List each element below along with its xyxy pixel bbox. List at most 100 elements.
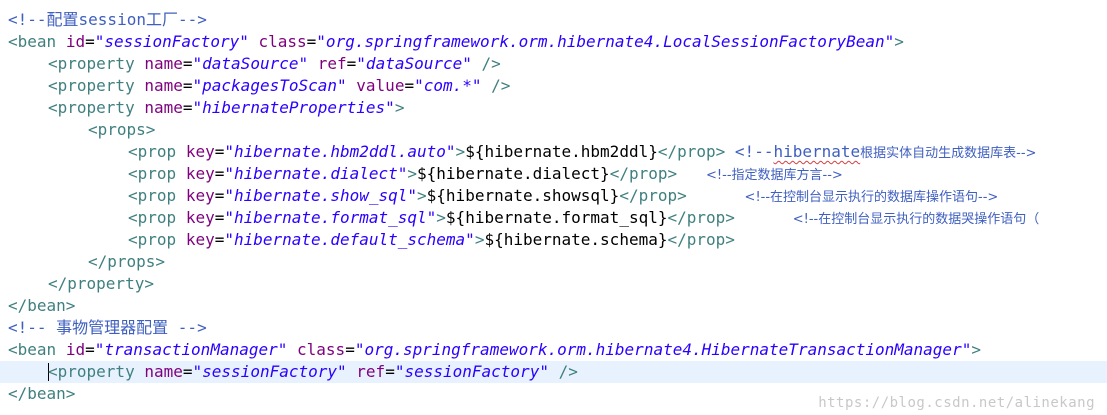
attr-name: ref [317,54,347,73]
attr-name: id [65,32,86,51]
tag-open: <property [48,54,135,73]
attr-value: "sessionFactory" [192,362,347,381]
code-line-6[interactable]: <props> [8,119,155,141]
comment: <!--在控制台显示执行的数据库操作语句--> [744,190,999,205]
comment: <!--指定数据库方言--> [706,168,843,183]
spellcheck-word: hibernate [773,142,861,161]
equals: = [182,98,193,117]
attr-value: "sessionFactory" [394,362,549,381]
tag-end: </prop> [667,208,735,227]
tag-end: </prop> [667,230,735,249]
attr-name: name [144,98,183,117]
code-line-13[interactable]: </property> [8,273,154,295]
tag-open: <property [48,362,135,381]
tag-close: /> [558,362,578,381]
code-line-17[interactable]: <property name="sessionFactory" ref="ses… [8,361,578,383]
tag-end: </prop> [609,164,678,183]
text-content: ${hibernate.schema} [484,230,668,249]
tag-end: </prop> [619,186,687,205]
code-line-9[interactable]: <prop key="hibernate.show_sql">${hiberna… [8,185,998,207]
equals: = [182,54,193,73]
tag-close: > [407,164,418,183]
tag-close: > [474,230,485,249]
equals: = [346,54,357,73]
equals: = [85,32,95,51]
comment-open: <!-- [734,142,774,161]
code-line-7[interactable]: <prop key="hibernate.hbm2ddl.auto">${hib… [8,141,1036,163]
equals: = [385,362,395,381]
tag-close: > [417,186,427,205]
attr-value: "dataSource" [356,54,472,73]
attr-value: "org.springframework.orm.hibernate4.Hibe… [354,340,972,359]
comment-rest: 根据实体自动生成数据库表--> [860,146,1037,161]
equals: = [214,142,225,161]
attr-name: name [144,362,183,381]
attr-name: ref [356,362,386,381]
code-line-10[interactable]: <prop key="hibernate.format_sql">${hiber… [8,207,1039,229]
equals: = [214,164,225,183]
attr-value: "org.springframework.orm.hibernate4.Loca… [316,32,895,51]
tag-property-close: </property> [48,274,154,293]
tag-close: > [436,208,446,227]
equals: = [214,186,225,205]
code-line-5[interactable]: <property name="hibernateProperties"> [8,97,404,119]
attr-name: name [144,76,183,95]
equals: = [182,362,193,381]
code-line-1[interactable]: <!--配置session工厂--> [8,9,207,31]
tag-open: <property [48,76,135,95]
code-line-12[interactable]: </props> [8,251,165,273]
attr-value: "com.*" [414,76,482,95]
tag-open: <prop [128,164,177,183]
code-line-8[interactable]: <prop key="hibernate.dialect">${hibernat… [8,163,843,185]
code-line-14[interactable]: </bean> [8,295,75,317]
tag-close: > [894,32,904,51]
attr-value: "hibernate.show_sql" [224,186,418,205]
code-line-3[interactable]: <property name="dataSource" ref="dataSou… [8,53,501,75]
code-line-15[interactable]: <!-- 事物管理器配置 --> [8,317,207,339]
text-content: ${hibernate.format_sql} [445,208,668,227]
tag-close: > [394,98,405,117]
tag-bean-close: </bean> [8,384,76,403]
tag-props-close: </props> [88,252,166,271]
tag-open: <prop [128,186,177,205]
code-line-4[interactable]: <property name="packagesToScan" value="c… [8,75,510,97]
attr-name: id [65,340,86,359]
equals: = [182,76,193,95]
text-content: ${hibernate.dialect} [417,164,610,183]
tag-close: > [455,142,466,161]
attr-value: "transactionManager" [94,340,288,359]
tag-open: <property [48,98,135,117]
equals: = [214,208,225,227]
attr-value: "dataSource" [192,54,309,73]
comment: <!--在控制台显示执行的数据哭操作语句（ [792,212,1040,227]
equals: = [345,340,355,359]
attr-value: "hibernate.dialect" [224,164,408,183]
comment: <!-- 事物管理器配置 --> [8,318,207,337]
tag-props-open: <props> [88,120,156,139]
attr-value: "packagesToScan" [192,76,347,95]
attr-name: key [185,142,215,161]
equals: = [306,32,317,51]
attr-value: "hibernate.default_schema" [224,230,475,249]
attr-value: "hibernate.hbm2ddl.auto" [224,142,456,161]
text-content: ${hibernate.hbm2ddl} [465,142,658,161]
code-editor[interactable]: <!--配置session工厂--> <bean id="sessionFact… [0,0,1107,415]
tag-open: <prop [128,142,177,161]
code-line-11[interactable]: <prop key="hibernate.default_schema">${h… [8,229,735,251]
attr-name: key [185,230,215,249]
attr-name: name [144,54,183,73]
comment: <!--配置session工厂--> [8,10,207,29]
tag-open: <prop [128,208,177,227]
attr-value: "hibernateProperties" [192,98,395,117]
attr-name: class [297,340,346,359]
code-line-18[interactable]: </bean> [8,383,75,405]
tag-open: <prop [128,230,177,249]
attr-value: "sessionFactory" [94,32,249,51]
attr-value: "hibernate.format_sql" [224,208,437,227]
code-line-2[interactable]: <bean id="sessionFactory" class="org.spr… [8,31,904,53]
code-line-16[interactable]: <bean id="transactionManager" class="org… [8,339,981,361]
attr-name: value [356,76,405,95]
comment: <!--hibernate根据实体自动生成数据库表--> [735,142,1037,161]
tag-open: <bean [8,340,57,359]
equals: = [404,76,415,95]
